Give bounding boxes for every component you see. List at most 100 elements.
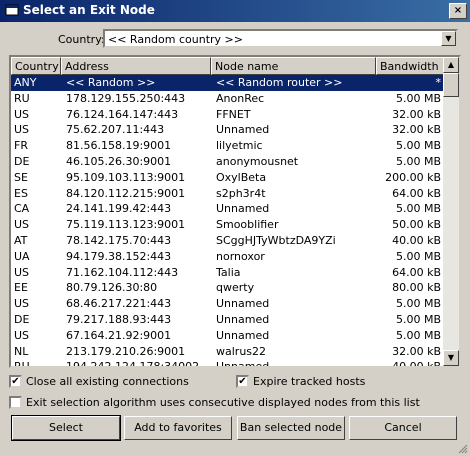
add-to-favorites-button[interactable]: Add to favorites [124, 416, 232, 440]
cell-address: 46.105.26.30:9001 [66, 154, 172, 168]
cell-country: ES [14, 186, 28, 200]
cell-bandwidth: 64.00 kB [392, 265, 441, 279]
table-row[interactable]: DE 79.217.188.93:443 Unnamed 5.00 MB [11, 312, 445, 328]
cell-node-name: lilyetmic [216, 139, 263, 153]
cell-country: CA [14, 202, 30, 216]
cell-address: 71.162.104.112:443 [66, 265, 179, 279]
scroll-thumb[interactable] [443, 73, 459, 97]
cell-bandwidth: 32.00 kB [392, 123, 441, 137]
consecutive-nodes-checkbox[interactable] [9, 396, 22, 409]
cell-bandwidth: 5.00 MB [395, 297, 441, 311]
table-row[interactable]: UA 94.179.38.152:443 nornoxor 5.00 MB [11, 249, 445, 265]
consecutive-nodes-label: Exit selection algorithm uses consecutiv… [26, 396, 420, 409]
column-header-country[interactable]: Country [11, 57, 61, 75]
cell-country: US [14, 123, 30, 137]
table-row[interactable]: AT 78.142.175.70:443 SCggHJTyWbtzDA9YZi 40.… [11, 233, 445, 249]
cell-bandwidth: 5.00 MB [395, 202, 441, 216]
cell-address: 213.179.210.26:9001 [66, 344, 186, 358]
cell-node-name: Talia [216, 265, 241, 279]
cell-address: 95.109.103.113:9001 [66, 170, 186, 184]
cell-country: DE [14, 154, 30, 168]
table-row[interactable]: EE 80.79.126.30:80 qwerty 80.00 kB [11, 280, 445, 296]
cell-address: 194.242.124.178:34002 [66, 360, 200, 368]
close-button[interactable]: × [449, 3, 467, 19]
vertical-scrollbar[interactable]: ▲ ▼ [443, 57, 459, 366]
cell-address: 178.129.155.250:443 [66, 91, 186, 105]
scroll-up-icon[interactable]: ▲ [443, 57, 459, 73]
table-row[interactable]: US 71.162.104.112:443 Talia 64.00 kB [11, 265, 445, 281]
cell-address: 94.179.38.152:443 [66, 249, 172, 263]
list-header: Country Address Node name Bandwidth [11, 57, 445, 75]
cell-address: 24.141.199.42:443 [66, 202, 172, 216]
cell-country: RU [14, 91, 30, 105]
cell-country: US [14, 107, 30, 121]
cell-country: FR [14, 139, 28, 153]
country-dropdown[interactable]: << Random country >> ▼ [103, 29, 458, 48]
app-icon [5, 4, 19, 16]
cell-country: EE [14, 281, 28, 295]
cell-address: 80.79.126.30:80 [66, 281, 158, 295]
table-row[interactable]: CA 24.141.199.42:443 Unnamed 5.00 MB [11, 201, 445, 217]
cell-country: US [14, 297, 30, 311]
cell-country: US [14, 265, 30, 279]
table-row[interactable]: ANY << Random >> << Random router >> * [11, 75, 445, 91]
cell-node-name: << Random router >> [216, 76, 343, 89]
cell-node-name: s2ph3r4t [216, 186, 266, 200]
table-row[interactable]: RU 178.129.155.250:443 AnonRec 5.00 MB [11, 91, 445, 107]
table-row[interactable]: US 75.62.207.11:443 Unnamed 32.00 kB [11, 122, 445, 138]
table-row[interactable]: FR 81.56.158.19:9001 lilyetmic 5.00 MB [11, 138, 445, 154]
cell-country: DE [14, 312, 30, 326]
table-row[interactable]: NL 213.179.210.26:9001 walrus22 32.00 kB [11, 344, 445, 360]
cell-node-name: Unnamed [216, 360, 270, 368]
expire-hosts-label: Expire tracked hosts [253, 375, 366, 388]
column-header-address[interactable]: Address [61, 57, 211, 75]
cell-bandwidth: 64.00 kB [392, 186, 441, 200]
country-selected-value: << Random country >> [108, 33, 243, 46]
cell-country: NL [14, 344, 29, 358]
table-row[interactable]: RU 194.242.124.178:34002 Unnamed 40.00 kB [11, 359, 445, 368]
select-button[interactable]: Select [11, 415, 121, 441]
scroll-down-icon[interactable]: ▼ [443, 350, 459, 366]
column-header-node-name[interactable]: Node name [211, 57, 376, 75]
cell-address: 78.142.175.70:443 [66, 233, 172, 247]
table-row[interactable]: US 68.46.217.221:443 Unnamed 5.00 MB [11, 296, 445, 312]
cell-country: US [14, 328, 30, 342]
table-row[interactable]: DE 46.105.26.30:9001 anonymousnet 5.00 MB [11, 154, 445, 170]
cell-address: 75.62.207.11:443 [66, 123, 165, 137]
column-header-bandwidth[interactable]: Bandwidth [376, 57, 445, 75]
cell-bandwidth: 5.00 MB [395, 139, 441, 153]
cell-node-name: Unnamed [216, 202, 270, 216]
cell-bandwidth: 200.00 kB [385, 170, 441, 184]
exit-node-list[interactable]: Country Address Node name Bandwidth ANY <… [9, 55, 461, 368]
cell-address: 84.120.112.215:9001 [66, 186, 186, 200]
cell-address: 67.164.21.92:9001 [66, 328, 172, 342]
cell-bandwidth: * [435, 76, 442, 89]
table-row[interactable]: SE 95.109.103.113:9001 OxylBeta 200.00 kB [11, 170, 445, 186]
close-connections-checkbox[interactable]: ✔ [9, 375, 22, 388]
cell-node-name: Unnamed [216, 328, 270, 342]
expire-hosts-checkbox[interactable]: ✔ [236, 375, 249, 388]
table-row[interactable]: ES 84.120.112.215:9001 s2ph3r4t 64.00 kB [11, 186, 445, 202]
cancel-button[interactable]: Cancel [349, 416, 457, 440]
cell-address: << Random >> [66, 76, 156, 89]
cell-country: US [14, 218, 30, 232]
resize-grip-icon[interactable] [458, 444, 468, 454]
cell-address: 81.56.158.19:9001 [66, 139, 172, 153]
cell-node-name: Unnamed [216, 297, 270, 311]
cell-node-name: FFNET [216, 107, 251, 121]
table-row[interactable]: US 67.164.21.92:9001 Unnamed 5.00 MB [11, 328, 445, 344]
table-row[interactable]: US 75.119.113.123:9001 Smooblifier 50.00 kB [11, 217, 445, 233]
cell-address: 75.119.113.123:9001 [66, 218, 186, 232]
title-bar: Select an Exit Node × [0, 0, 470, 22]
country-label: Country: [58, 33, 105, 46]
cell-bandwidth: 40.00 kB [392, 233, 441, 247]
cell-node-name: Unnamed [216, 312, 270, 326]
cell-bandwidth: 32.00 kB [392, 107, 441, 121]
table-row[interactable]: US 76.124.164.147:443 FFNET 32.00 kB [11, 107, 445, 123]
cell-node-name: AnonRec [216, 91, 265, 105]
cell-country: SE [14, 170, 28, 184]
chevron-down-icon[interactable]: ▼ [441, 31, 456, 46]
ban-node-button[interactable]: Ban selected node [237, 416, 345, 440]
list-rows: ANY << Random >> << Random router >> * RU 178… [11, 75, 445, 368]
cell-node-name: qwerty [216, 281, 255, 295]
